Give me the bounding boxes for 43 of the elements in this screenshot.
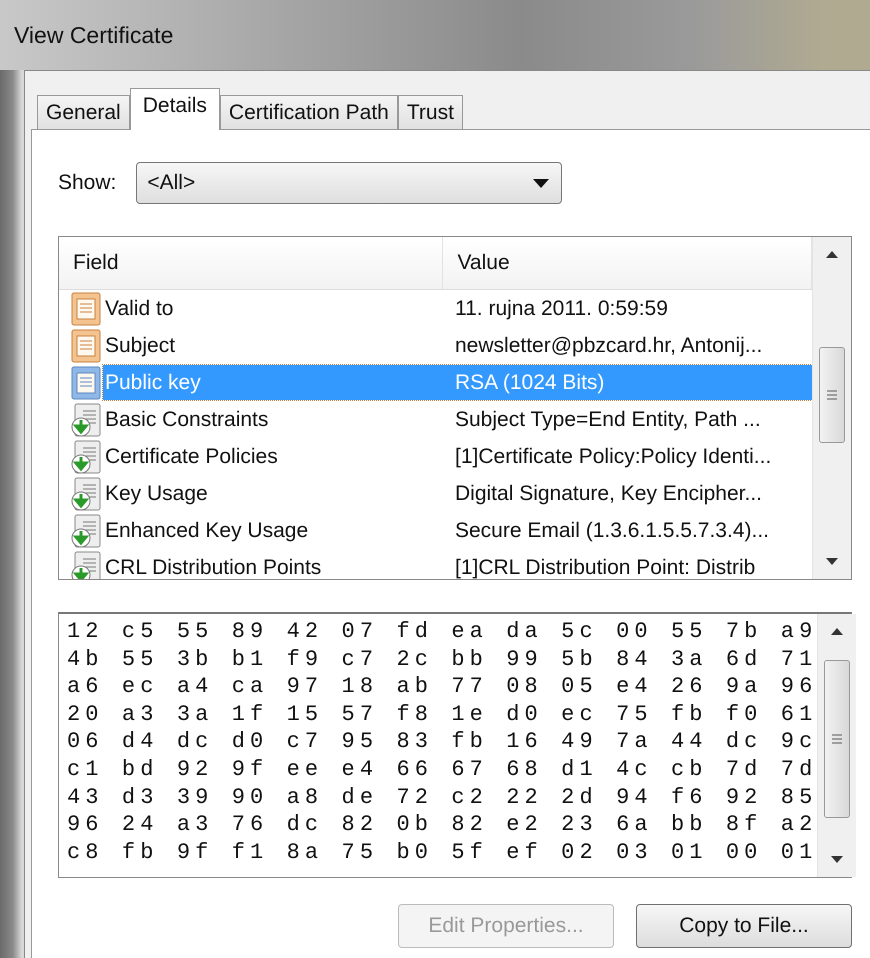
hex-line: 20 a3 3a 1f 15 57 f8 1e d0 ec 75 fb f0 61 xyxy=(67,700,818,728)
hex-line: 96 24 a3 76 dc 82 0b 82 e2 23 6a bb 8f a2 xyxy=(67,811,818,839)
tab[interactable]: Certification Path xyxy=(220,95,398,129)
tab[interactable]: Trust xyxy=(398,95,463,129)
hex-line: 12 c5 55 89 42 07 fd ea da 5c 00 55 7b a9 xyxy=(67,618,818,646)
list-row[interactable]: Key Usage Digital Signature, Key Encipher... xyxy=(103,476,812,511)
document-icon xyxy=(71,292,101,326)
list-row[interactable]: Subject newsletter@pbzcard.hr, Antonij... xyxy=(103,328,812,363)
dialog-button[interactable]: Copy to File... xyxy=(636,904,852,948)
scroll-thumb[interactable] xyxy=(819,347,845,443)
scroll-up-icon[interactable] xyxy=(830,626,844,636)
hex-line: a6 ec a4 ca 97 18 ab 77 08 05 e4 26 9a 96 xyxy=(67,673,818,701)
grip-icon xyxy=(826,390,838,400)
show-dropdown[interactable]: <All> xyxy=(136,162,562,204)
document-icon xyxy=(71,366,101,400)
hex-line: c1 bd 92 9f ee e4 66 67 68 d1 4c cb 7d 7d xyxy=(67,756,818,784)
document-download-icon xyxy=(71,476,101,510)
list-row[interactable]: Valid to 11. rujna 2011. 0:59:59 xyxy=(103,291,812,326)
show-label: Show: xyxy=(58,171,116,195)
tab[interactable]: Details xyxy=(130,88,220,130)
tab[interactable]: General xyxy=(37,95,130,129)
document-download-icon xyxy=(71,402,101,436)
scroll-up-icon[interactable] xyxy=(825,249,839,259)
column-header[interactable]: Field xyxy=(59,237,444,289)
hex-line: c8 fb 9f f1 8a 75 b0 5f ef 02 03 01 00 01 xyxy=(67,838,818,866)
list-row[interactable]: Basic Constraints Subject Type=End Entity, Path ... xyxy=(103,402,812,437)
caret-icon xyxy=(533,178,550,188)
list-row[interactable]: Enhanced Key Usage Secure Email (1.3.6.1.5.5.7.3.4)... xyxy=(103,513,812,548)
document-download-icon xyxy=(71,440,101,474)
hex-line: 43 d3 39 90 a8 de 72 c2 22 2d 94 f6 92 85 xyxy=(67,784,818,812)
document-icon xyxy=(71,328,101,362)
scrollbar[interactable] xyxy=(812,237,851,579)
hex-line: 06 d4 dc d0 c7 95 83 fb 16 49 7a 44 dc 9c xyxy=(67,728,818,756)
window-title: View Certificate xyxy=(14,22,174,48)
scroll-thumb[interactable] xyxy=(824,660,850,818)
scroll-down-icon[interactable] xyxy=(830,855,844,865)
list-row[interactable]: CRL Distribution Points [1]CRL Distribution Point: Distrib xyxy=(103,550,812,579)
grip-icon xyxy=(831,734,844,744)
scroll-down-icon[interactable] xyxy=(825,557,839,567)
document-download-icon xyxy=(71,514,101,548)
hex-line: 4b 55 3b b1 f9 c7 2c bb 99 5b 84 3a 6d 71 xyxy=(67,646,818,674)
list-row[interactable]: Certificate Policies [1]Certificate Policy:Policy Identi... xyxy=(103,439,812,474)
scrollbar[interactable] xyxy=(817,614,856,877)
